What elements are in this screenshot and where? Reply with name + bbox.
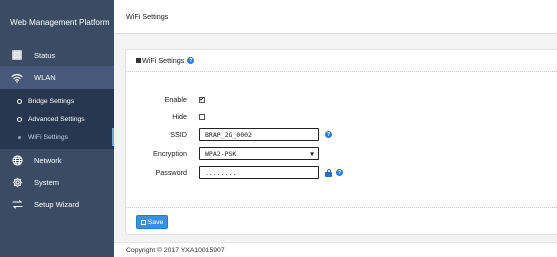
form-row-encryption: Encryption WPA2-PSK ▼ (126, 147, 319, 160)
sidebar-item-bridge-settings[interactable]: Bridge Settings (0, 92, 114, 110)
encryption-label: Encryption (153, 149, 187, 158)
sidebar: Web Management Platform Status WLAN Brid… (0, 0, 114, 257)
panel-header: WiFi Settings ? (126, 50, 557, 72)
sidebar-item-label: WiFi Settings (28, 133, 69, 141)
sidebar-item-label: Network (34, 155, 62, 165)
hide-checkbox[interactable] (199, 113, 205, 120)
sidebar-item-network[interactable]: Network (0, 149, 114, 171)
sidebar-item-advanced-settings[interactable]: Advanced Settings (0, 110, 114, 128)
save-button[interactable]: Save (136, 215, 168, 229)
page-title: WiFi Settings (126, 12, 169, 21)
sidebar-item-label: System (34, 177, 60, 187)
wifi-settings-panel: WiFi Settings ? Enable ✔ Hide SSID BRAP_… (125, 49, 557, 235)
form-row-ssid: SSID BRAP_2G_0002 ? (126, 128, 332, 141)
sidebar-item-label: WLAN (34, 73, 56, 82)
grid-icon (9, 50, 25, 60)
wizard-icon (9, 199, 25, 210)
globe-icon (9, 154, 25, 166)
sidebar-item-label: Advanced Settings (28, 115, 85, 123)
copyright-text: Copyright © 2017 YXA10015907 (126, 246, 225, 254)
square-bullet-icon (136, 58, 141, 63)
footer: Copyright © 2017 YXA10015907 (114, 242, 557, 257)
main-content: WiFi Settings ? Enable ✔ Hide SSID BRAP_… (114, 34, 557, 242)
enable-checkbox[interactable]: ✔ (199, 96, 205, 103)
gear-icon (9, 177, 25, 188)
save-label: Save (147, 218, 164, 226)
ssid-input[interactable]: BRAP_2G_0002 (199, 128, 319, 141)
bullet-icon (17, 98, 22, 104)
sidebar-item-status[interactable]: Status (0, 44, 114, 66)
lock-icon[interactable] (325, 168, 332, 177)
enable-label: Enable (164, 95, 187, 104)
sidebar-item-label: Setup Wizard (34, 199, 80, 209)
divider (126, 207, 557, 208)
encryption-value: WPA2-PSK (205, 149, 237, 158)
ssid-help-icon[interactable]: ? (325, 131, 332, 138)
password-input[interactable]: ........ (199, 166, 319, 179)
form-row-hide: Hide (126, 112, 205, 121)
sidebar-item-system[interactable]: System (0, 171, 114, 193)
brand-title: Web Management Platform (10, 17, 110, 27)
encryption-select[interactable]: WPA2-PSK ▼ (199, 147, 319, 160)
bullet-icon (18, 135, 21, 139)
wlan-submenu: Bridge Settings Advanced Settings WiFi S… (0, 89, 114, 149)
dropdown-arrow-icon: ▼ (310, 149, 314, 158)
sidebar-item-setup-wizard[interactable]: Setup Wizard (0, 193, 114, 215)
sidebar-item-label: Status (34, 50, 56, 60)
password-help-icon[interactable]: ? (336, 169, 343, 176)
form-row-password: Password ........ ? (126, 166, 343, 179)
sidebar-item-label: Bridge Settings (28, 97, 75, 105)
form-row-enable: Enable ✔ (126, 95, 205, 104)
sidebar-item-wlan[interactable]: WLAN (0, 66, 114, 89)
password-label: Password (155, 168, 187, 177)
panel-title: WiFi Settings (142, 56, 185, 65)
page-header: WiFi Settings (114, 0, 557, 34)
ssid-label: SSID (170, 130, 187, 139)
wifi-icon (9, 73, 25, 83)
bullet-icon (17, 116, 22, 122)
floppy-icon (140, 219, 146, 225)
hide-label: Hide (172, 112, 187, 121)
sidebar-item-wifi-settings[interactable]: WiFi Settings (0, 128, 114, 146)
help-icon[interactable]: ? (187, 57, 195, 64)
